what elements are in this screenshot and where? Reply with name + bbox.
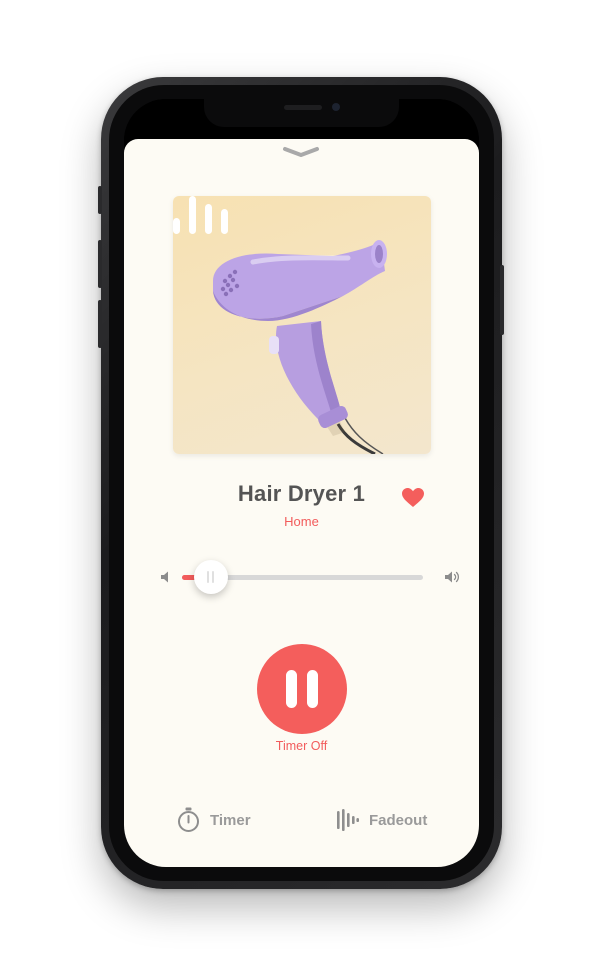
fade-bars-icon	[337, 809, 359, 831]
stopwatch-icon	[178, 807, 199, 832]
sound-title: Hair Dryer 1	[237, 481, 366, 506]
mockup-stage: Hair Dryer 1 Home Timer Off Timer Fadeou…	[0, 0, 600, 963]
notch	[204, 99, 399, 127]
volume-up-button	[98, 240, 102, 288]
timer-label: Timer	[210, 811, 251, 829]
collapse-button[interactable]	[282, 145, 320, 159]
mute-switch	[98, 186, 102, 214]
sound-artwork	[173, 196, 431, 454]
chevron-down-icon	[283, 147, 319, 157]
sound-category[interactable]: Home	[124, 514, 479, 529]
now-playing-sheet: Hair Dryer 1 Home Timer Off Timer Fadeou…	[124, 139, 479, 867]
pause-icon-bar	[307, 670, 318, 708]
heart-icon[interactable]	[402, 488, 424, 508]
timer-button[interactable]: Timer	[177, 807, 251, 833]
volume-slider[interactable]	[182, 560, 423, 594]
fadeout-label: Fadeout	[369, 811, 428, 829]
thumb-grip	[207, 571, 209, 583]
earpiece	[284, 105, 322, 110]
timer-status: Timer Off	[275, 739, 328, 753]
volume-thumb[interactable]	[194, 560, 228, 594]
sound-bars-icon	[173, 196, 228, 234]
phone-screen: Hair Dryer 1 Home Timer Off Timer Fadeou…	[124, 99, 479, 867]
volume-high-icon	[445, 571, 460, 583]
volume-down-button	[98, 300, 102, 348]
pause-icon	[286, 670, 297, 708]
fadeout-button[interactable]: Fadeout	[337, 807, 427, 833]
power-button	[500, 265, 504, 335]
front-camera	[332, 103, 340, 111]
pause-button[interactable]	[257, 644, 347, 734]
status-bar	[124, 99, 479, 139]
thumb-grip	[212, 571, 214, 583]
volume-low-icon	[161, 571, 168, 583]
volume-control	[160, 560, 460, 594]
